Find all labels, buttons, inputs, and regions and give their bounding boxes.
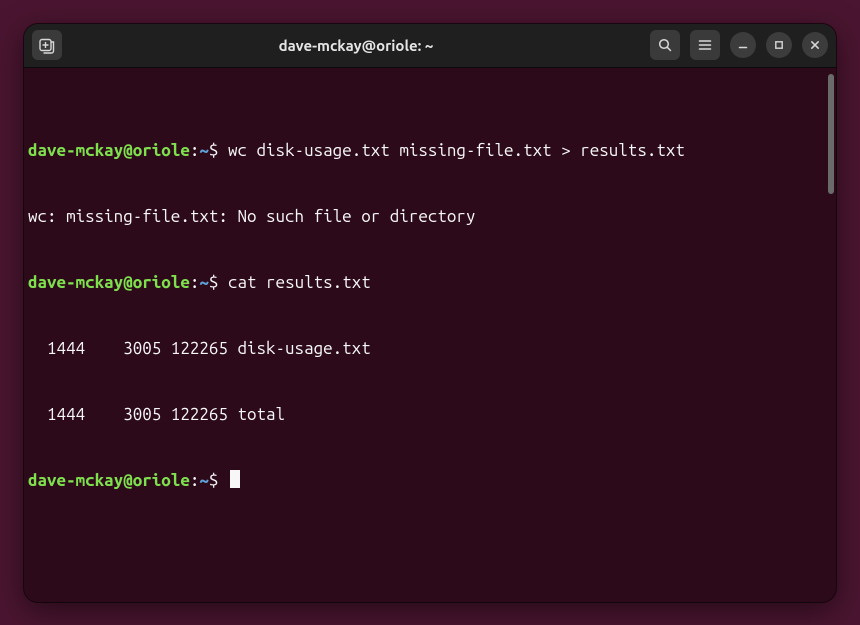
titlebar-right bbox=[650, 30, 828, 60]
close-button[interactable] bbox=[802, 32, 828, 58]
command-text: wc disk-usage.txt missing-file.txt > res… bbox=[218, 141, 684, 160]
prompt-dollar: $ bbox=[209, 141, 219, 160]
prompt-dollar: $ bbox=[209, 471, 219, 490]
prompt-user: dave-mckay@oriole bbox=[28, 273, 190, 292]
output-line: 1444 3005 122265 disk-usage.txt bbox=[28, 338, 832, 360]
output-line: 1444 3005 122265 total bbox=[28, 404, 832, 426]
menu-button[interactable] bbox=[690, 30, 720, 60]
prompt-line-2: dave-mckay@oriole:~$ cat results.txt bbox=[28, 272, 832, 294]
prompt-line-1: dave-mckay@oriole:~$ wc disk-usage.txt m… bbox=[28, 140, 832, 162]
prompt-colon: : bbox=[190, 471, 200, 490]
terminal-window: dave-mckay@oriole: ~ bbox=[24, 24, 836, 602]
maximize-button[interactable] bbox=[766, 32, 792, 58]
titlebar: dave-mckay@oriole: ~ bbox=[24, 24, 836, 68]
maximize-icon bbox=[773, 39, 785, 51]
cursor-block bbox=[230, 470, 240, 488]
window-title: dave-mckay@oriole: ~ bbox=[70, 37, 642, 54]
minimize-button[interactable] bbox=[730, 32, 756, 58]
prompt-line-3: dave-mckay@oriole:~$ bbox=[28, 470, 832, 492]
hamburger-icon bbox=[697, 37, 713, 53]
prompt-path: ~ bbox=[199, 273, 209, 292]
titlebar-left bbox=[32, 30, 62, 60]
search-button[interactable] bbox=[650, 30, 680, 60]
search-icon bbox=[657, 37, 673, 53]
scrollbar-thumb[interactable] bbox=[828, 74, 834, 194]
terminal-body[interactable]: dave-mckay@oriole:~$ wc disk-usage.txt m… bbox=[24, 68, 836, 602]
output-line: wc: missing-file.txt: No such file or di… bbox=[28, 206, 832, 228]
prompt-dollar: $ bbox=[209, 273, 219, 292]
prompt-path: ~ bbox=[199, 141, 209, 160]
new-tab-button[interactable] bbox=[32, 30, 62, 60]
command-text bbox=[218, 471, 228, 490]
prompt-colon: : bbox=[190, 141, 200, 160]
prompt-colon: : bbox=[190, 273, 200, 292]
new-tab-icon bbox=[38, 36, 56, 54]
close-icon bbox=[809, 39, 821, 51]
prompt-path: ~ bbox=[199, 471, 209, 490]
prompt-user: dave-mckay@oriole bbox=[28, 471, 190, 490]
prompt-user: dave-mckay@oriole bbox=[28, 141, 190, 160]
minimize-icon bbox=[737, 39, 749, 51]
command-text: cat results.txt bbox=[218, 273, 370, 292]
